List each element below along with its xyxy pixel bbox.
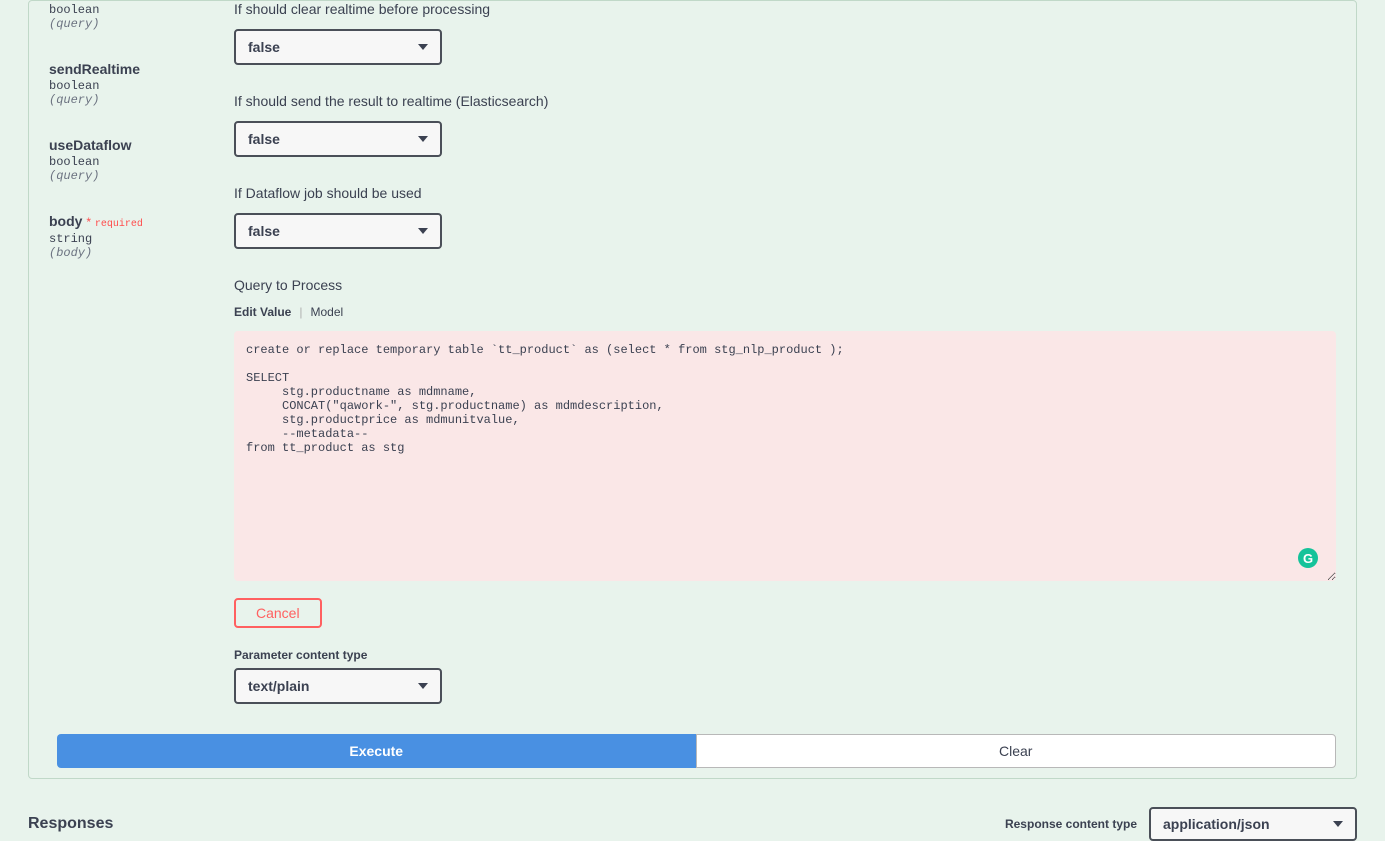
required-label: required bbox=[95, 219, 143, 230]
param-name: sendRealtime bbox=[49, 61, 234, 77]
execute-button[interactable]: Execute bbox=[57, 734, 696, 768]
param-in: (body) bbox=[49, 246, 234, 260]
param-description: Query to Process bbox=[234, 277, 1336, 293]
param-description: If should send the result to realtime (E… bbox=[234, 93, 1336, 109]
responses-title: Responses bbox=[28, 815, 113, 833]
parameters-sidebar: boolean (query) sendRealtime boolean (qu… bbox=[29, 1, 234, 704]
select-value: application/json bbox=[1163, 816, 1270, 832]
select-value: text/plain bbox=[248, 678, 309, 694]
param-in: (query) bbox=[49, 17, 234, 31]
responses-section: Responses Response content type applicat… bbox=[28, 807, 1357, 841]
param-type: boolean bbox=[49, 3, 234, 17]
param-in: (query) bbox=[49, 93, 234, 107]
chevron-down-icon bbox=[418, 228, 428, 234]
chevron-down-icon bbox=[1333, 821, 1343, 827]
param-type: boolean bbox=[49, 79, 234, 93]
parameter-content-type-label: Parameter content type bbox=[234, 648, 1336, 662]
chevron-down-icon bbox=[418, 683, 428, 689]
param-useDataflow: useDataflow boolean (query) bbox=[49, 137, 234, 183]
useDataflow-select[interactable]: false bbox=[234, 213, 442, 249]
parameters-content: If should clear realtime before processi… bbox=[234, 1, 1356, 704]
param-name: body bbox=[49, 213, 82, 229]
action-buttons: Execute Clear bbox=[29, 704, 1356, 768]
select-value: false bbox=[248, 39, 280, 55]
body-tabs: Edit Value | Model bbox=[234, 305, 1336, 319]
param-body: body * required string (body) bbox=[49, 213, 234, 260]
response-content-type-group: Response content type application/json bbox=[1005, 807, 1357, 841]
tab-separator: | bbox=[299, 305, 302, 319]
param-type: string bbox=[49, 232, 234, 246]
required-star: * bbox=[86, 215, 91, 229]
tab-edit-value[interactable]: Edit Value bbox=[234, 305, 291, 319]
param-clearRealtime: boolean (query) bbox=[49, 3, 234, 31]
parameter-content-type-select[interactable]: text/plain bbox=[234, 668, 442, 704]
grammarly-icon[interactable]: G bbox=[1298, 548, 1318, 568]
select-value: false bbox=[248, 131, 280, 147]
body-textarea[interactable] bbox=[234, 331, 1336, 581]
api-operation-panel: boolean (query) sendRealtime boolean (qu… bbox=[28, 0, 1357, 779]
chevron-down-icon bbox=[418, 44, 428, 50]
tab-model[interactable]: Model bbox=[310, 305, 343, 319]
param-in: (query) bbox=[49, 169, 234, 183]
clearRealtime-select[interactable]: false bbox=[234, 29, 442, 65]
clear-button[interactable]: Clear bbox=[696, 734, 1337, 768]
sendRealtime-select[interactable]: false bbox=[234, 121, 442, 157]
response-content-type-label: Response content type bbox=[1005, 817, 1137, 831]
chevron-down-icon bbox=[418, 136, 428, 142]
response-content-type-select[interactable]: application/json bbox=[1149, 807, 1357, 841]
param-name: useDataflow bbox=[49, 137, 234, 153]
param-type: boolean bbox=[49, 155, 234, 169]
param-sendRealtime: sendRealtime boolean (query) bbox=[49, 61, 234, 107]
cancel-button[interactable]: Cancel bbox=[234, 598, 322, 628]
param-description: If Dataflow job should be used bbox=[234, 185, 1336, 201]
param-description: If should clear realtime before processi… bbox=[234, 1, 1336, 17]
parameters-section: boolean (query) sendRealtime boolean (qu… bbox=[29, 1, 1356, 704]
select-value: false bbox=[248, 223, 280, 239]
